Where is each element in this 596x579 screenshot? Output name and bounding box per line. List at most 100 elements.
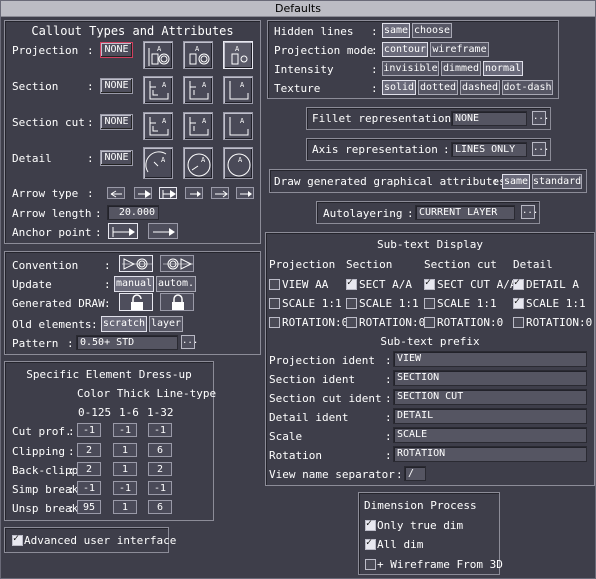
clipping-thick-field[interactable]: 1 — [113, 443, 137, 457]
clipping-linetype-field[interactable]: 6 — [148, 443, 172, 457]
arrow-length-field[interactable]: 20.000 — [107, 205, 159, 220]
pattern-more-button[interactable]: ... — [181, 335, 198, 349]
projection-callout-1-icon[interactable]: A — [143, 41, 173, 69]
simp-break-thick-field[interactable]: -1 — [113, 481, 137, 495]
unsp-break-thick-field[interactable]: 1 — [113, 500, 137, 514]
section-none-button[interactable]: NONE — [100, 78, 133, 94]
subtext-checkbox[interactable] — [346, 317, 357, 328]
generated-same-toggle[interactable]: same — [502, 174, 530, 189]
section-cut-ident-field[interactable]: SECTION CUT — [393, 389, 587, 405]
convention-iso-icon[interactable] — [119, 255, 153, 272]
section-cut-callout-1-icon[interactable]: A — [143, 112, 173, 140]
only-true-dim-checkbox[interactable] — [365, 518, 376, 531]
int-dimmed-toggle[interactable]: dimmed — [441, 61, 481, 76]
arrow-type-small-icon[interactable] — [185, 187, 203, 199]
all-dim-label[interactable]: All dim — [377, 538, 423, 551]
anchor-point-end-icon[interactable] — [148, 223, 178, 239]
subtext-checkbox[interactable] — [346, 298, 357, 309]
clipping-color-field[interactable]: 2 — [77, 443, 101, 457]
cut-prof-thick-field[interactable]: -1 — [113, 423, 137, 437]
section-callout-1-icon[interactable]: A — [143, 76, 173, 104]
advanced-checkbox[interactable] — [12, 533, 23, 546]
unsp-break-linetype-field[interactable]: 6 — [148, 500, 172, 514]
separator-field[interactable]: / — [404, 466, 426, 481]
projection-ident-field[interactable]: VIEW — [393, 351, 587, 367]
old-scratch-toggle[interactable]: scratch — [101, 316, 147, 332]
cut-prof-color-field[interactable]: -1 — [77, 423, 101, 437]
tex-dotdash-toggle[interactable]: dot-dash — [502, 80, 553, 95]
int-invisible-toggle[interactable]: invisible — [382, 61, 439, 76]
arrow-type-tip-icon[interactable] — [236, 187, 254, 199]
convention-ansi-icon[interactable] — [160, 255, 194, 272]
autolayering-more-button[interactable]: ... — [521, 205, 538, 219]
tex-dotted-toggle[interactable]: dotted — [418, 80, 458, 95]
subtext-checkbox[interactable] — [424, 298, 435, 309]
subtext-checkbox[interactable] — [346, 277, 357, 290]
axis-more-button[interactable]: ... — [532, 142, 549, 156]
back-clipp-color-field[interactable]: 2 — [77, 462, 101, 476]
subtext-checkbox[interactable] — [269, 298, 280, 309]
section-cut-callout-2-icon[interactable]: A — [183, 112, 213, 140]
fillet-field[interactable]: NONE — [451, 111, 527, 126]
int-normal-toggle[interactable]: normal — [483, 61, 523, 76]
arrow-type-bar-icon[interactable] — [159, 187, 177, 199]
simp-break-linetype-field[interactable]: -1 — [148, 481, 172, 495]
old-layer-toggle[interactable]: layer — [149, 316, 183, 332]
subtext-checkbox[interactable] — [513, 296, 524, 309]
autolayering-field[interactable]: CURRENT LAYER — [415, 205, 515, 220]
section-ident-field[interactable]: SECTION — [393, 370, 587, 386]
pattern-field[interactable]: 0.50+ STD — [76, 335, 178, 350]
anchor-point-start-icon[interactable] — [108, 223, 138, 239]
axis-field[interactable]: LINES ONLY — [451, 142, 527, 157]
section-callout-2-icon[interactable]: A — [183, 76, 213, 104]
hidden-same-toggle[interactable]: same — [382, 23, 410, 38]
detail-callout-1-icon[interactable]: A — [143, 147, 173, 179]
tex-dashed-toggle[interactable]: dashed — [460, 80, 500, 95]
section-cut-callout-3-icon[interactable]: A — [223, 112, 253, 140]
subtext-checkbox[interactable] — [513, 277, 524, 290]
pm-wireframe-toggle[interactable]: wireframe — [430, 42, 489, 57]
projection-callout-2-icon[interactable]: A — [183, 41, 213, 69]
rotation-ident-field[interactable]: ROTATION — [393, 446, 587, 462]
back-clipp-thick-field[interactable]: 1 — [113, 462, 137, 476]
detail-none-button[interactable]: NONE — [100, 150, 133, 166]
only-true-dim-label[interactable]: Only true dim — [377, 519, 463, 532]
section-cut-none-button[interactable]: NONE — [100, 114, 133, 130]
subtext-header-section: Section — [346, 258, 393, 271]
simp-break-color-field[interactable]: -1 — [77, 481, 101, 495]
subtext-checkbox[interactable] — [513, 317, 524, 328]
cut-prof-linetype-field[interactable]: -1 — [148, 423, 172, 437]
subtext-checkbox[interactable] — [424, 317, 435, 328]
subtext-checkbox[interactable] — [269, 317, 280, 328]
arrow-type-thin-icon[interactable] — [211, 187, 229, 199]
colon: : — [95, 207, 102, 220]
subtext-checkbox[interactable] — [424, 277, 435, 290]
pm-contour-toggle[interactable]: contour — [382, 42, 428, 57]
detail-ident-field[interactable]: DETAIL — [393, 408, 587, 424]
title-bar[interactable]: Defaults — [1, 1, 595, 17]
arrow-type-open-icon[interactable] — [107, 187, 125, 199]
detail-callout-2-icon[interactable]: A — [183, 147, 213, 179]
lock-icon[interactable] — [160, 293, 194, 311]
tex-solid-toggle[interactable]: solid — [382, 80, 416, 95]
scale-ident-field[interactable]: SCALE — [393, 427, 587, 443]
projection-callout-3-icon[interactable]: A — [223, 41, 253, 69]
detail-callout-3-icon[interactable]: A — [223, 147, 253, 179]
fillet-more-button[interactable]: ... — [532, 111, 549, 125]
update-manual-toggle[interactable]: manual — [114, 276, 154, 292]
subtext-checkbox[interactable] — [269, 279, 280, 290]
wireframe-from-3d-label[interactable]: + Wireframe From 3D — [377, 558, 503, 571]
prefix-title: Sub-text prefix — [380, 335, 480, 348]
all-dim-checkbox[interactable] — [365, 537, 376, 550]
generated-standard-toggle[interactable]: standard — [532, 174, 582, 189]
unlock-icon[interactable] — [119, 293, 153, 311]
hidden-choose-toggle[interactable]: choose — [412, 23, 452, 38]
unsp-break-color-field[interactable]: 95 — [77, 500, 101, 514]
section-callout-3-icon[interactable]: A — [223, 76, 253, 104]
back-clipp-linetype-field[interactable]: 2 — [148, 462, 172, 476]
wireframe-from-3d-checkbox[interactable] — [365, 559, 376, 570]
advanced-label[interactable]: Advanced user interface — [24, 534, 176, 547]
update-autom-toggle[interactable]: autom. — [156, 276, 196, 292]
arrow-type-filled-icon[interactable] — [134, 187, 152, 199]
projection-none-button[interactable]: NONE — [100, 42, 133, 58]
